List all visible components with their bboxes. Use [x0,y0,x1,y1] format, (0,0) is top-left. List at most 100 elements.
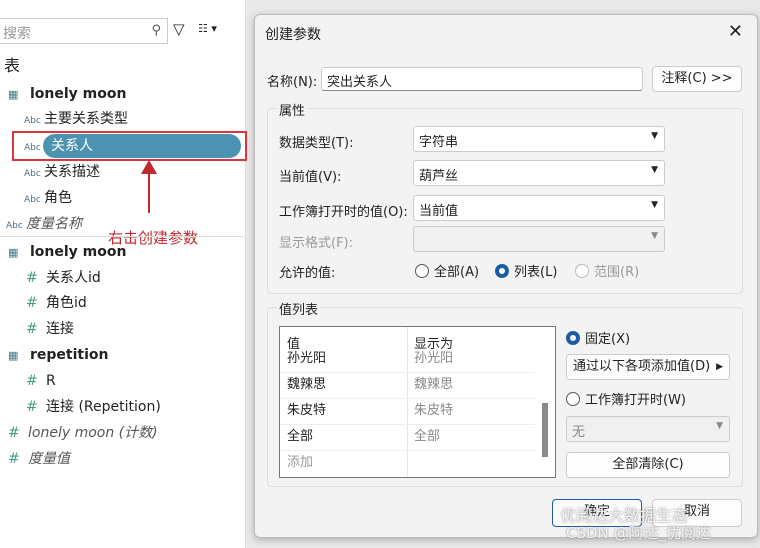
radio-icon [575,264,589,278]
chevron-down-icon: ▼ [651,131,658,141]
properties-title: 属性 [277,100,308,119]
number-type-icon: # [8,451,20,467]
field-item[interactable]: # 角色id [26,291,87,315]
field-item[interactable]: Abc 关系描述 [24,160,100,184]
item-label: 角色id [46,295,87,311]
string-type-icon: Abc [24,143,41,153]
format-select: ▼ [413,226,665,252]
radio-workbook-open[interactable]: 工作簿打开时(W) [566,389,686,408]
current-value-label: 当前值(V): [279,170,342,185]
open-value-label: 工作簿打开时的值(O): [279,205,408,220]
cell-display: 全部 [414,429,441,444]
create-parameter-dialog: 创建参数 ✕ 名称(N): 突出关系人 注释(C) >> 属性 数据类型(T):… [254,14,758,538]
search-icon: ⚲ [151,23,161,38]
filter-icon[interactable]: ▽ [173,20,185,38]
item-label: 度量名称 [26,216,82,232]
add-row[interactable]: 添加 [280,451,535,477]
field-item[interactable]: Abc [24,134,44,158]
table-row[interactable]: 朱皮特 朱皮特 [280,399,535,425]
cell-display: 孙光阳 [414,351,454,366]
name-input[interactable]: 突出关系人 [321,67,643,91]
value-list-table[interactable]: 值 显示为 孙光阳 孙光阳 魏辣思 魏辣思 朱皮特 朱皮特 全部 全部 添加 [279,326,556,478]
number-type-icon: # [26,295,38,311]
table-icon: ▦ [8,246,19,259]
field-item[interactable]: Abc 角色 [24,186,72,210]
radio-all[interactable]: 全部(A) [415,261,479,280]
cell-value: 全部 [287,429,314,444]
table-row[interactable]: 全部 全部 [280,425,535,451]
radio-label: 工作簿打开时(W) [585,393,686,408]
add-row-label: 添加 [287,455,314,470]
view-options-icon[interactable]: ☷ ▾ [198,22,217,35]
field-item[interactable]: # 连接 (Repetition) [26,395,161,419]
item-label: lonely moon (计数) [28,425,158,441]
cell-value: 魏辣思 [287,377,327,392]
field-item[interactable]: Abc 度量名称 [6,212,82,236]
arrow-up-icon [141,160,157,174]
number-type-icon: # [26,373,38,389]
radio-label: 全部(A) [434,265,480,280]
clear-all-button[interactable]: 全部清除(C) [566,452,730,478]
radio-list[interactable]: 列表(L) [495,261,557,280]
item-label: lonely moon [30,244,127,260]
open-value: 当前值 [419,204,459,219]
scrollbar[interactable] [542,403,548,457]
field-item[interactable]: # 连接 [26,317,74,341]
item-label: 主要关系类型 [44,111,128,127]
cell-display: 魏辣思 [414,377,454,392]
item-label: 度量值 [28,451,70,467]
number-type-icon: # [26,270,38,286]
table-item[interactable]: ▦ lonely moon [8,240,126,264]
data-pane: 搜索 ⚲ ▽ ☷ ▾ 表 ▦ lonely moon Abc 主要关系类型 Abc 关… [0,0,247,548]
format-label: 显示格式(F): [279,236,354,251]
selected-field-pill[interactable]: 关系人 [43,134,241,158]
field-item[interactable]: # lonely moon (计数) [8,421,158,445]
search-placeholder: 搜索 [3,26,31,42]
table-item[interactable]: ▦ repetition [8,343,108,367]
string-type-icon: Abc [24,169,41,179]
dialog-title: 创建参数 [265,27,321,43]
data-type-value: 字符串 [419,135,459,150]
watermark-line2: CSDN @阿达_优阅达 [566,524,712,542]
caret-right-icon: ▶ [716,362,723,372]
item-label: 关系描述 [44,164,100,180]
data-type-label: 数据类型(T): [279,136,354,151]
table-row[interactable]: 魏辣思 魏辣思 [280,373,535,399]
close-icon[interactable]: ✕ [728,21,743,42]
chevron-down-icon: ▼ [716,421,723,431]
radio-label: 固定(X) [585,332,631,347]
table-item[interactable]: ▦ lonely moon [8,82,126,106]
radio-selected-icon [566,331,580,345]
field-item[interactable]: # R [26,369,56,393]
value-list-title: 值列表 [277,299,321,318]
item-label: repetition [30,347,109,363]
item-label: 角色 [44,190,72,206]
field-item[interactable]: # 关系人id [26,266,101,290]
allowed-values-label: 允许的值: [279,266,336,281]
workbook-open-select: 无 ▼ [566,416,730,442]
string-type-icon: Abc [6,221,23,231]
search-input[interactable]: 搜索 ⚲ [0,18,168,44]
number-type-icon: # [26,399,38,415]
name-label: 名称(N): [267,75,318,90]
radio-label: 列表(L) [514,265,558,280]
comment-button[interactable]: 注释(C) >> [652,66,742,92]
open-value-select[interactable]: 当前值 ▼ [413,195,665,221]
string-type-icon: Abc [24,195,41,205]
radio-range: 范围(R) [575,261,639,280]
item-label: 连接 [46,321,74,337]
table-row[interactable]: 孙光阳 孙光阳 [280,347,535,373]
data-type-select[interactable]: 字符串 ▼ [413,126,665,152]
chevron-down-icon: ▼ [651,231,658,241]
select-value: 无 [572,425,586,440]
add-values-from-button[interactable]: 通过以下各项添加值(D) ▶ [566,354,730,380]
field-item[interactable]: # 度量值 [8,447,70,471]
field-item[interactable]: Abc 主要关系类型 [24,107,128,131]
number-type-icon: # [26,321,38,337]
radio-icon [415,264,429,278]
current-value-select[interactable]: 葫芦丝 ▼ [413,160,665,186]
current-value: 葫芦丝 [419,169,459,184]
string-type-icon: Abc [24,116,41,126]
radio-label: 范围(R) [594,265,640,280]
radio-fixed[interactable]: 固定(X) [566,328,630,347]
